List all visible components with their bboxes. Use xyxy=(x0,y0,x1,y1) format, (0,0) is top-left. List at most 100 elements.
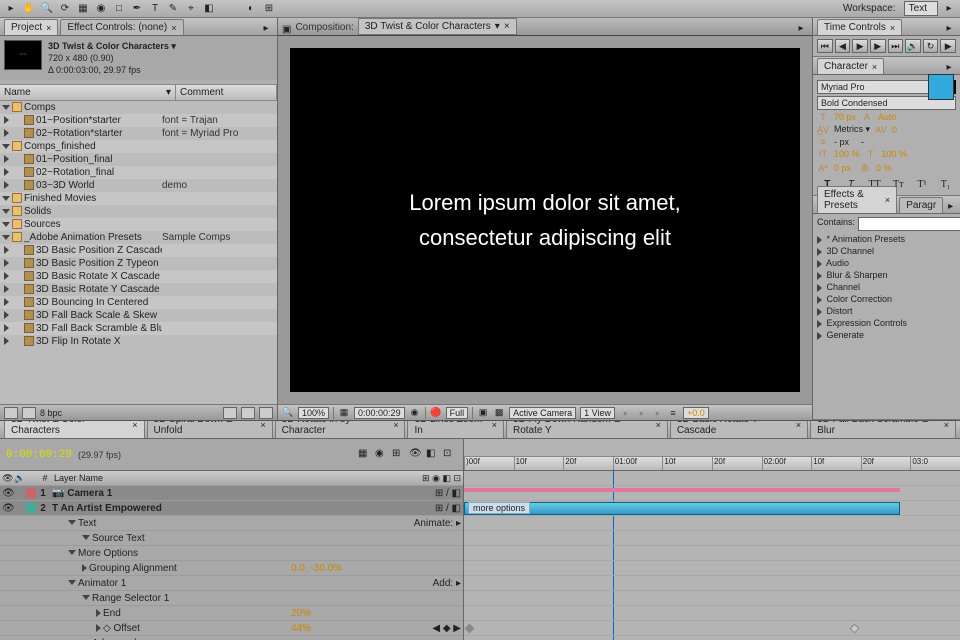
effect-category[interactable]: Channel xyxy=(817,281,956,293)
kerning-value[interactable]: Metrics ▾ xyxy=(832,124,872,135)
project-item[interactable]: 3D Basic Position Z Typeon xyxy=(0,257,277,270)
hand-tool-icon[interactable]: ✋ xyxy=(22,2,36,16)
project-item[interactable]: 3D Fall Back Scramble & Blur xyxy=(0,322,277,335)
effects-search-input[interactable] xyxy=(858,217,960,231)
loop-button[interactable]: ↻ xyxy=(923,39,939,53)
panel-menu-icon[interactable]: ▸ xyxy=(794,21,808,35)
stroke-value[interactable]: - px xyxy=(832,137,856,147)
property-row[interactable]: Grouping Alignment0.0, -30.0% xyxy=(0,561,463,576)
tl-icon[interactable]: ▦ xyxy=(358,448,372,462)
panel-menu-icon[interactable]: ▸ xyxy=(942,21,956,35)
tl-icon[interactable]: ◉ xyxy=(375,448,389,462)
project-item[interactable]: 3D Fall Back Scale & Skew xyxy=(0,309,277,322)
panel-menu-icon[interactable]: ▸ xyxy=(945,199,956,213)
tab-effect-controls[interactable]: Effect Controls: (none)× xyxy=(60,19,183,35)
views-select[interactable]: 1 View xyxy=(580,407,615,419)
tab-project[interactable]: Project× xyxy=(4,19,58,35)
interpret-button[interactable] xyxy=(4,407,18,419)
superscript-button[interactable]: T¹ xyxy=(915,178,929,190)
project-item[interactable]: Finished Movies xyxy=(0,192,277,205)
view3-icon[interactable]: ▫ xyxy=(651,407,663,419)
pan-behind-tool-icon[interactable]: ◉ xyxy=(94,2,108,16)
effect-category[interactable]: Audio xyxy=(817,257,956,269)
more-options-badge[interactable]: more options xyxy=(468,502,530,514)
bpc-label[interactable]: 8 bpc xyxy=(40,408,62,418)
selection-tool-icon[interactable]: ▸ xyxy=(4,2,18,16)
timeline-tab[interactable]: 3D Basic Rotate Y Cascade × xyxy=(670,421,808,438)
effects-categories[interactable]: * Animation Presets 3D Channel Audio Blu… xyxy=(817,233,956,341)
project-item[interactable]: Solids xyxy=(0,205,277,218)
project-item[interactable]: 3D Bouncing In Centered xyxy=(0,296,277,309)
transparency-icon[interactable]: ▩ xyxy=(493,407,505,419)
property-row[interactable]: End20% xyxy=(0,606,463,621)
resolution-select[interactable]: Full xyxy=(446,407,469,419)
project-item[interactable]: Comps_finished xyxy=(0,140,277,153)
timeline-tab[interactable]: 3D Fall Back Scramble & Blur × xyxy=(810,421,956,438)
tl-icon[interactable]: ⊞ xyxy=(392,448,406,462)
effect-category[interactable]: Expression Controls xyxy=(817,317,956,329)
project-item[interactable]: _Adobe Animation PresetsSample Comps xyxy=(0,231,277,244)
property-row[interactable]: More Options xyxy=(0,546,463,561)
fill-color-swatch[interactable] xyxy=(928,74,954,100)
property-row[interactable]: Range Selector 1 xyxy=(0,591,463,606)
view2-icon[interactable]: ▫ xyxy=(635,407,647,419)
tsume-value[interactable]: 0 % xyxy=(874,163,898,173)
project-item[interactable]: 02~Rotation*starterfont = Myriad Pro xyxy=(0,127,277,140)
magnify-icon[interactable]: 🔍 xyxy=(282,407,294,419)
first-frame-button[interactable]: ⏮ xyxy=(817,39,833,53)
project-item[interactable]: Sources xyxy=(0,218,277,231)
camera-tool-icon[interactable]: ▦ xyxy=(76,2,90,16)
type-tool-icon[interactable]: T xyxy=(148,2,162,16)
current-time[interactable]: 0:00:00:29 xyxy=(6,449,72,461)
project-item[interactable]: 3D Flip In Rotate X xyxy=(0,335,277,348)
camera-select[interactable]: Active Camera xyxy=(509,407,576,419)
trash-button[interactable] xyxy=(259,407,273,419)
new-comp-button[interactable] xyxy=(223,407,237,419)
close-icon[interactable]: × xyxy=(504,21,510,32)
leading-value[interactable]: Auto xyxy=(876,112,900,122)
effect-category[interactable]: 3D Channel xyxy=(817,245,956,257)
comp-tab[interactable]: 3D Twist & Color Characters ▾ × xyxy=(358,18,517,35)
next-frame-button[interactable]: ▶ xyxy=(870,39,886,53)
folder-button[interactable] xyxy=(22,407,36,419)
rect-tool-icon[interactable]: □ xyxy=(112,2,126,16)
tl-icon[interactable]: ⊡ xyxy=(443,448,457,462)
effect-category[interactable]: * Animation Presets xyxy=(817,233,956,245)
property-row[interactable]: TextAnimate: ▸ xyxy=(0,516,463,531)
effect-category[interactable]: Generate xyxy=(817,329,956,341)
project-tree[interactable]: Comps01~Position*starterfont = Trajan02~… xyxy=(0,101,277,404)
timeline-icon[interactable]: ≡ xyxy=(667,407,679,419)
timeline-tab[interactable]: 3D Spiral Down & Unfold × xyxy=(147,421,273,438)
effect-category[interactable]: Color Correction xyxy=(817,293,956,305)
panel-menu-icon[interactable]: ▸ xyxy=(259,21,273,35)
comp-viewer[interactable]: Lorem ipsum dolor sit amet, consectetur … xyxy=(290,48,800,392)
layer-row[interactable]: 👁2T An Artist Empowered⊞ / ◧ xyxy=(0,501,463,516)
prev-frame-button[interactable]: ◀ xyxy=(835,39,851,53)
clone-tool-icon[interactable]: ⌖ xyxy=(184,2,198,16)
tab-character[interactable]: Character× xyxy=(817,58,884,74)
zoom-tool-icon[interactable]: 🔍 xyxy=(40,2,54,16)
tab-effects-presets[interactable]: Effects & Presets× xyxy=(817,186,897,213)
zoom-select[interactable]: 100% xyxy=(298,407,329,419)
brush-tool-icon[interactable]: ✎ xyxy=(166,2,180,16)
project-item[interactable]: 3D Basic Position Z Cascade xyxy=(0,244,277,257)
timeline-tab[interactable]: 3D Rotate in by Character × xyxy=(275,421,406,438)
project-item[interactable]: Comps xyxy=(0,101,277,114)
roi-icon[interactable]: ▣ xyxy=(477,407,489,419)
baseline-value[interactable]: 0 px xyxy=(832,163,856,173)
ram-preview-button[interactable]: ▶ xyxy=(940,39,956,53)
tab-time-controls[interactable]: Time Controls× xyxy=(817,19,902,35)
hscale-value[interactable]: 100 % xyxy=(880,149,910,159)
layer-row[interactable]: 👁1📷 Camera 1⊞ / ◧ xyxy=(0,486,463,501)
property-row[interactable]: Advanced xyxy=(0,636,463,640)
effect-category[interactable]: Blur & Sharpen xyxy=(817,269,956,281)
property-row[interactable]: Animator 1Add: ▸ xyxy=(0,576,463,591)
time-display[interactable]: 0:00:00:29 xyxy=(354,407,405,419)
panel-menu-icon[interactable]: ▸ xyxy=(942,60,956,74)
sort-icon[interactable]: ▾ xyxy=(166,87,171,98)
play-button[interactable]: ▶ xyxy=(852,39,868,53)
snapshot-icon[interactable]: ◉ xyxy=(409,407,421,419)
exposure-value[interactable]: +0.0 xyxy=(683,407,709,419)
new-folder-button[interactable] xyxy=(241,407,255,419)
project-item[interactable]: 3D Basic Rotate X Cascade xyxy=(0,270,277,283)
